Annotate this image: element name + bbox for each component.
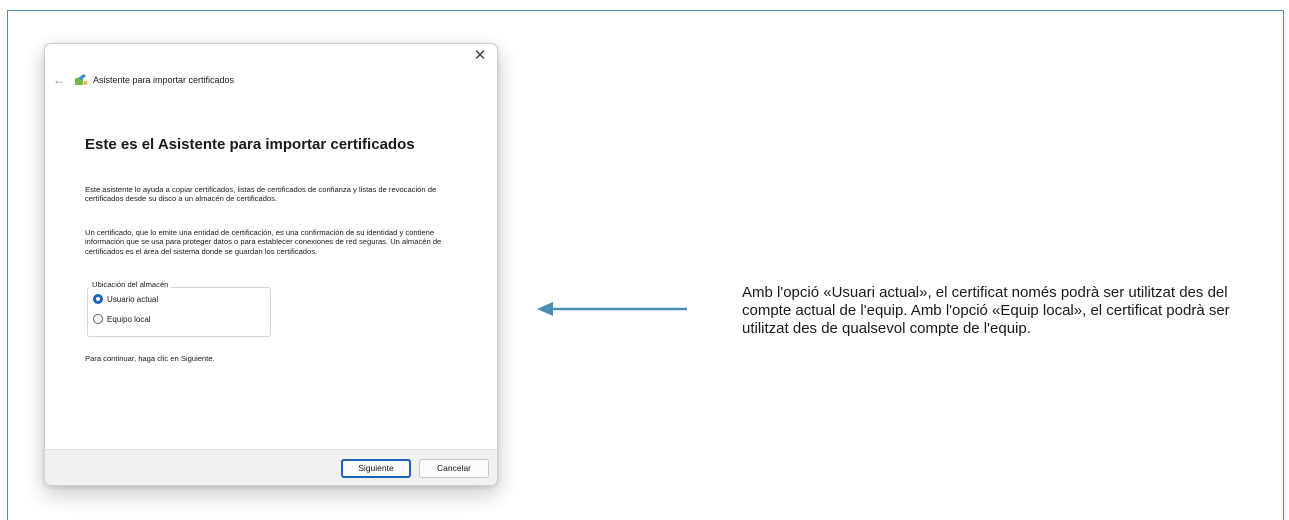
radio-label-local-machine: Equipo local (107, 314, 151, 324)
radio-unselected-icon[interactable] (93, 314, 103, 324)
back-arrow-icon[interactable]: ← (53, 72, 69, 88)
certificate-explanation-paragraph: Un certificado, que lo emite una entidad… (85, 228, 442, 256)
radio-selected-icon[interactable] (93, 294, 103, 304)
next-button[interactable]: Siguiente (341, 459, 411, 478)
radio-label-current-user: Usuario actual (107, 294, 159, 304)
cancel-button[interactable]: Cancelar (419, 459, 489, 478)
annotation-text: Amb l'opció «Usuari actual», el certific… (742, 284, 1230, 337)
page-heading: Este es el Asistente para importar certi… (85, 136, 415, 153)
wizard-title: Asistente para importar certificados (93, 75, 235, 85)
annotation-arrow-icon (537, 302, 687, 316)
certificate-import-wizard-dialog: ✕ ← Asistente para importar certificados… (44, 43, 498, 486)
continue-instruction: Para continuar, haga clic en Siguiente. (85, 354, 215, 363)
store-location-label: Ubicación del almacén (89, 280, 172, 289)
certificate-wizard-icon (75, 74, 88, 85)
close-icon[interactable]: ✕ (471, 47, 489, 65)
radio-option-local-machine[interactable]: Equipo local (93, 314, 151, 324)
radio-option-current-user[interactable]: Usuario actual (93, 294, 158, 304)
intro-paragraph: Este asistente lo ayuda a copiar certifi… (85, 185, 437, 204)
dialog-footer: Siguiente Cancelar (45, 449, 497, 485)
